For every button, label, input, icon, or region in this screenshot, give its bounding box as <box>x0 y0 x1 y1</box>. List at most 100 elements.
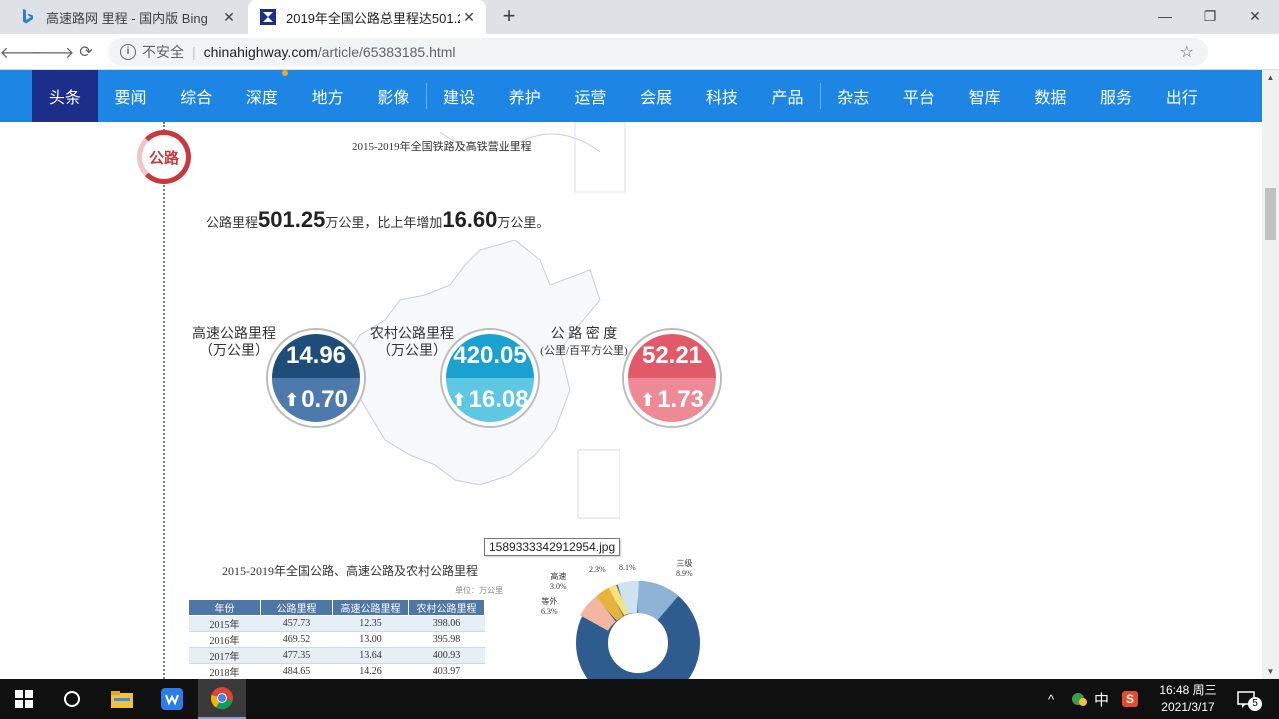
up-arrow-icon: ⬆ <box>284 389 300 410</box>
restore-button[interactable]: ❐ <box>1200 6 1220 26</box>
nav-item[interactable]: 养护 <box>492 70 558 122</box>
window-close-button[interactable]: ✕ <box>1245 6 1265 26</box>
label-line1: 农村公路里程 <box>370 327 454 342</box>
url-host: chinahighway.com <box>203 44 318 60</box>
table-row: 2017年 477.35 13.64 400.93 <box>188 647 485 664</box>
table-header: 年份 <box>188 599 261 616</box>
headline-prefix: 公路里程 <box>206 215 259 230</box>
nav-separator <box>820 83 822 109</box>
info-icon[interactable]: i <box>120 44 136 60</box>
donut-label-expressway: 高速 3.0% <box>550 572 567 591</box>
sogou-glyph: S <box>1122 691 1138 707</box>
nav-item[interactable]: 影像 <box>361 70 427 122</box>
scroll-down-icon[interactable]: ▼ <box>1266 667 1275 676</box>
back-icon[interactable]: 🡐 <box>0 41 42 63</box>
table-cell: 2015年 <box>188 615 261 632</box>
security-label: 不安全 <box>142 44 184 60</box>
file-explorer-icon[interactable] <box>98 679 146 719</box>
stat-delta: 1.73 <box>657 386 704 413</box>
forward-icon[interactable]: 🡒 <box>32 41 75 63</box>
tab-chinahighway[interactable]: 2019年全国公路总里程达501.25 ✕ <box>248 0 486 34</box>
stat-value: 420.05 <box>446 334 534 378</box>
bing-icon <box>20 9 36 25</box>
donut-label-b: 8.1% <box>619 563 636 572</box>
table-row: 2016年 469.52 13.00 395.98 <box>188 631 485 648</box>
wps-icon[interactable] <box>148 679 196 719</box>
close-icon[interactable]: ✕ <box>460 8 478 26</box>
table-header: 农村公路里程 <box>408 599 485 616</box>
label-line1: 公 路 密 度 <box>550 327 618 342</box>
table-header: 公路里程 <box>260 599 333 616</box>
scroll-up-icon[interactable]: ▲ <box>1266 73 1275 82</box>
nav-item[interactable]: 头条 <box>32 70 98 122</box>
browser-toolbar: 🡐 🡒 ⟳ i 不安全 | chinahighway.com /article/… <box>0 34 1279 97</box>
nav-item[interactable]: 数据 <box>1018 70 1084 122</box>
table-row: 2018年 484.65 14.26 403.97 <box>188 663 485 679</box>
nav-item[interactable]: 建设 <box>426 70 492 122</box>
donut-slice-grade3 <box>637 580 679 621</box>
headline: 公路里程501.25万公里，比上年增加16.60万公里。 <box>206 207 549 233</box>
chrome-icon[interactable] <box>198 679 246 719</box>
nav-item[interactable]: 平台 <box>886 70 952 122</box>
nav-item[interactable]: 产品 <box>755 70 821 122</box>
nav-item[interactable]: 杂志 <box>820 70 886 122</box>
scrollbar-thumb[interactable] <box>1265 188 1276 240</box>
map-fragment <box>439 122 626 193</box>
minimize-button[interactable]: — <box>1155 6 1175 26</box>
taskbar: ^ 中 S 16:48 周三 2021/3/17 5 <box>0 679 1279 719</box>
table-cell: 14.26 <box>332 663 409 679</box>
stat-delta: 16.08 <box>468 386 529 413</box>
headline-increase: 16.60 <box>442 207 498 232</box>
stat-circle-density: 52.21 ⬆ 1.73 <box>624 330 720 426</box>
new-tab-button[interactable]: + <box>498 5 520 28</box>
stat-value: 52.21 <box>628 334 716 378</box>
search-icon[interactable] <box>48 679 96 719</box>
stat-delta-row: ⬆ 0.70 <box>272 378 360 422</box>
tab-title: 高速路网 里程 - 国内版 Bing <box>46 10 208 26</box>
nav-item[interactable]: 出行 <box>1149 70 1215 122</box>
nav-item[interactable]: 地方 <box>295 70 361 122</box>
nav-item[interactable]: 综合 <box>163 70 229 122</box>
sogou-icon[interactable]: S <box>1122 679 1138 719</box>
nav-item[interactable]: 要闻 <box>98 70 164 122</box>
nav-item[interactable]: 运营 <box>558 70 624 122</box>
table-header: 高速公路里程 <box>332 599 409 616</box>
reload-icon[interactable]: ⟳ <box>75 41 97 63</box>
network-icon[interactable] <box>1070 679 1088 719</box>
web-page: 头条 要闻 综合 深度 地方 影像 建设 养护 运营 会展 科技 产品 杂志 平台 智库 数据 服务 出行 201… <box>0 70 1279 679</box>
table-cell: 2017年 <box>188 647 261 664</box>
page-scrollbar[interactable]: ▲ ▼ <box>1262 70 1279 679</box>
image-tooltip: 1589333342912954.jpg <box>484 538 621 556</box>
tray-chevron-icon[interactable]: ^ <box>1048 679 1054 719</box>
ime-indicator[interactable]: 中 <box>1094 679 1109 719</box>
stat-circle-expressway: 14.96 ⬆ 0.70 <box>268 330 364 426</box>
nav-item[interactable]: 服务 <box>1083 70 1149 122</box>
stat-label-density: 公 路 密 度 (公里/百平方公里) <box>536 326 632 360</box>
star-icon[interactable]: ☆ <box>1180 42 1194 62</box>
notification-count: 5 <box>1248 697 1262 711</box>
up-arrow-icon: ⬆ <box>451 389 467 410</box>
stat-label-expressway: 高速公路里程 （万公里） <box>188 326 280 360</box>
stat-delta-row: ⬆ 16.08 <box>446 378 534 422</box>
donut-slice-substandard <box>580 596 617 632</box>
system-clock[interactable]: 16:48 周三 2021/3/17 <box>1150 682 1226 716</box>
nav-item[interactable]: 深度 <box>229 70 295 122</box>
nav-item[interactable]: 智库 <box>952 70 1018 122</box>
table-cell: 2016年 <box>188 631 261 648</box>
up-arrow-icon: ⬆ <box>640 389 656 410</box>
stat-delta-row: ⬆ 1.73 <box>628 378 716 422</box>
table-cell: 469.52 <box>260 631 333 648</box>
table-title: 2015-2019年全国公路、高速公路及农村公路里程 <box>222 564 478 578</box>
table-cell: 395.98 <box>408 631 485 648</box>
nav-item[interactable]: 会展 <box>623 70 689 122</box>
chinahighway-icon <box>260 9 276 25</box>
donut-label-grade3: 三级 8.9% <box>676 559 693 578</box>
notification-icon[interactable]: 5 <box>1236 679 1262 719</box>
windows-start-icon[interactable] <box>0 679 48 719</box>
close-icon[interactable]: ✕ <box>220 8 238 26</box>
stat-delta: 0.70 <box>301 386 348 413</box>
tab-bing[interactable]: 高速路网 里程 - 国内版 Bing ✕ <box>8 0 246 34</box>
address-bar[interactable]: i 不安全 | chinahighway.com /article/653831… <box>108 38 1208 66</box>
nav-separator <box>426 83 428 109</box>
nav-item[interactable]: 科技 <box>689 70 755 122</box>
